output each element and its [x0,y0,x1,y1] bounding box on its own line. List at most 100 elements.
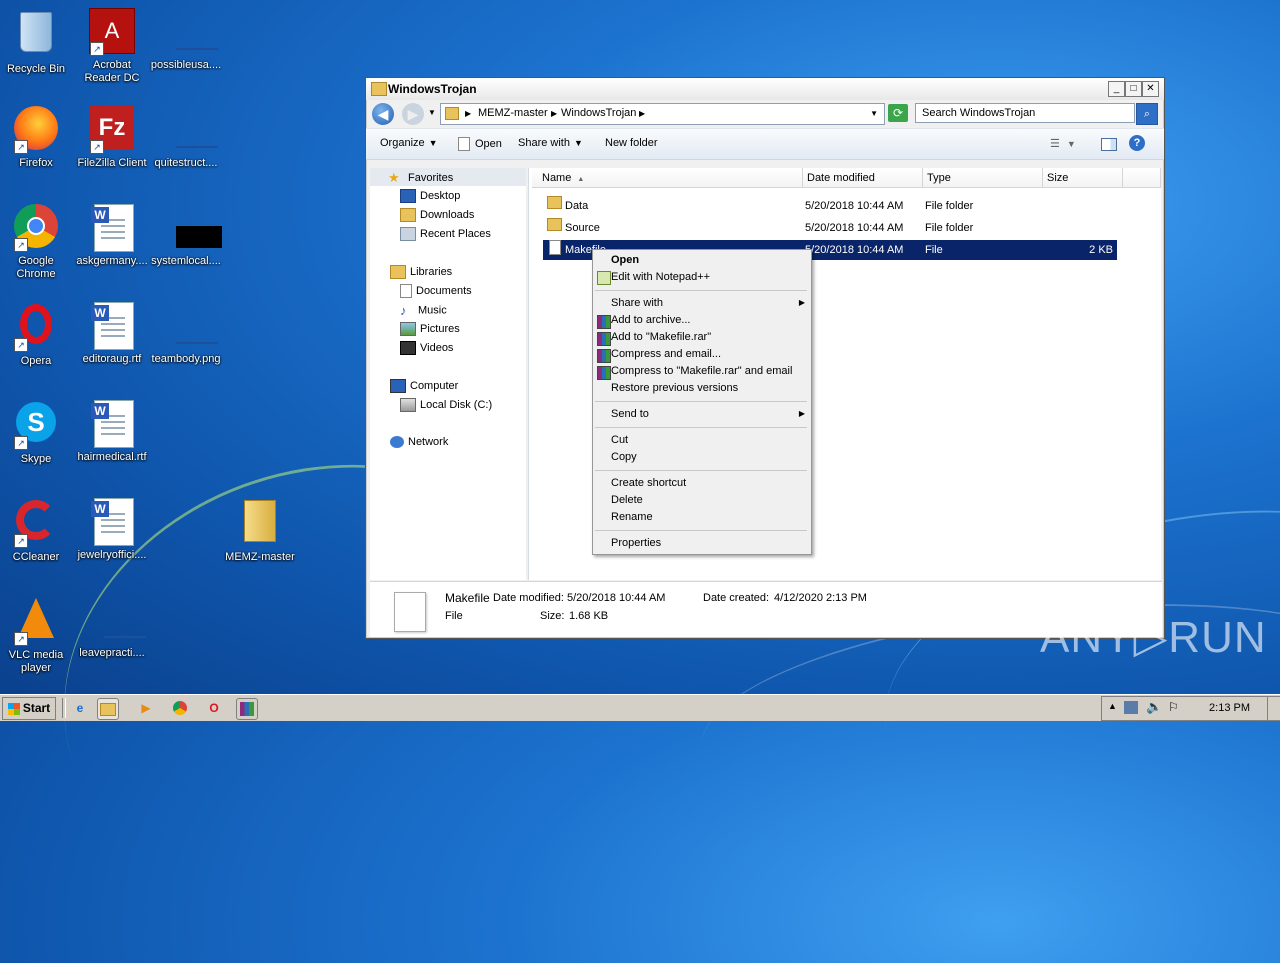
column-header-date[interactable]: Date modified [803,168,923,188]
menu-item-create-shortcut[interactable]: Create shortcut [611,475,686,492]
address-dropdown-icon[interactable]: ▼ [870,109,878,118]
search-input[interactable]: Search WindowsTrojan [915,103,1135,123]
menu-item-edit-notepad[interactable]: Edit with Notepad++ [611,269,710,286]
address-field[interactable]: ▶ MEMZ-master ▶ WindowsTrojan ▶ ▼ [440,103,885,125]
menu-item-add-rar[interactable]: Add to "Makefile.rar" [611,329,711,346]
desktop-icon-systemlocal[interactable]: systemlocal.... [148,204,224,268]
desktop-icon-ccleaner[interactable]: ↗ CCleaner [0,498,74,564]
shortcut-arrow-icon: ↗ [14,632,28,646]
shortcut-arrow-icon: ↗ [14,534,28,548]
submenu-arrow-icon: ▶ [798,409,805,418]
desktop-icon-firefox[interactable]: ↗ Firefox [0,106,74,170]
menu-item-properties[interactable]: Properties [611,535,661,552]
close-button[interactable]: ✕ [1142,81,1159,97]
desktop-icon-label: quitestruct.... [154,157,218,169]
desktop-icon-editoraug[interactable]: W editoraug.rtf [74,302,150,366]
menu-item-send-to[interactable]: Send to [611,406,649,423]
breadcrumb-separator-icon[interactable]: ▶ [465,109,471,118]
network-tray-icon[interactable] [1124,701,1138,714]
minimize-button[interactable]: _ [1108,81,1125,97]
desktop-icon-jewelryoffici[interactable]: W jewelryoffici.... [74,498,150,562]
media-player-icon[interactable]: ▶ [136,698,156,718]
window-titlebar[interactable]: WindowsTrojan _ □ ✕ [366,78,1164,100]
nav-pictures[interactable]: Pictures [400,322,460,336]
back-button[interactable]: ◀ [372,103,394,125]
menu-item-compress-rar-email[interactable]: Compress to "Makefile.rar" and email [611,363,792,380]
clock[interactable]: 2:13 PM [1209,702,1250,714]
organize-button[interactable]: Organize ▼ [380,137,438,149]
preview-pane-icon[interactable] [1101,138,1117,151]
refresh-button[interactable]: ⟳ [888,104,908,122]
nav-documents[interactable]: Documents [400,284,472,298]
desktop-icon-possibleusa[interactable]: possibleusa.... [148,8,224,72]
nav-music[interactable]: ♪ Music [400,303,447,318]
nav-recent-places[interactable]: Recent Places [400,227,491,241]
desktop-icon-skype[interactable]: S ↗ Skype [0,400,74,466]
menu-item-delete[interactable]: Delete [611,492,643,509]
column-header-name[interactable]: Name ▲ [532,168,803,188]
winrar-taskbar-icon[interactable] [236,698,258,720]
maximize-button[interactable]: □ [1125,81,1142,97]
desktop-icon-acrobat[interactable]: A ↗ Acrobat Reader DC [74,8,150,85]
breadcrumb-windowstrojan[interactable]: WindowsTrojan [561,107,636,119]
file-type: File [925,244,943,256]
desktop-icon-recycle-bin[interactable]: Recycle Bin [0,8,74,76]
new-folder-button[interactable]: New folder [605,137,658,149]
chevron-down-icon: ▼ [573,138,583,148]
table-row[interactable]: Source 5/20/2018 10:44 AM File folder [543,218,1117,238]
desktop-icon-teambody[interactable]: teambody.png [148,302,224,366]
flag-icon[interactable]: ⚐ [1168,700,1179,714]
desktop-icon-opera[interactable]: ↗ Opera [0,302,74,368]
nav-favorites[interactable]: ★ Favorites [388,170,453,186]
desktop-icon-filezilla[interactable]: Fz ↗ FileZilla Client [74,106,150,170]
nav-local-disk[interactable]: Local Disk (C:) [400,398,492,412]
volume-icon[interactable]: 🔈 [1146,699,1162,715]
nav-computer[interactable]: Computer [390,379,458,393]
menu-item-compress-email[interactable]: Compress and email... [611,346,721,363]
windows-explorer-icon[interactable] [97,698,119,720]
menu-item-copy[interactable]: Copy [611,449,637,466]
forward-button[interactable]: ▶ [402,103,424,125]
menu-item-share-with[interactable]: Share with [611,295,663,312]
downloads-icon [400,208,416,222]
nav-downloads[interactable]: Downloads [400,208,474,222]
breadcrumb-memz-master[interactable]: MEMZ-master [478,107,548,119]
share-with-button[interactable]: Share with ▼ [518,137,583,149]
search-button[interactable]: ⌕ [1136,103,1158,125]
desktop-icon-leavepracti[interactable]: leavepracti.... [74,596,150,660]
table-row[interactable]: Data 5/20/2018 10:44 AM File folder [543,196,1117,216]
menu-item-cut[interactable]: Cut [611,432,628,449]
internet-explorer-icon[interactable]: e [70,698,90,718]
desktop-icon-memz-master[interactable]: MEMZ-master [222,498,298,564]
file-icon [88,596,146,644]
menu-item-restore-versions[interactable]: Restore previous versions [611,380,738,397]
menu-item-add-archive[interactable]: Add to archive... [611,312,691,329]
show-hidden-icons-icon[interactable]: ▲ [1108,701,1117,711]
open-button[interactable]: Open [458,137,502,151]
folder-icon [547,196,562,209]
start-button[interactable]: Start [2,697,56,720]
nav-libraries[interactable]: Libraries [390,265,452,279]
opera-taskbar-icon[interactable]: O [204,698,224,718]
breadcrumb-separator-icon[interactable]: ▶ [551,109,557,118]
shortcut-arrow-icon: ↗ [14,238,28,252]
column-header-size[interactable]: Size [1043,168,1123,188]
desktop-icon-hairmedical[interactable]: W hairmedical.rtf [74,400,150,464]
nav-network[interactable]: Network [390,436,448,449]
view-options-icon[interactable]: ☰ ▼ [1050,137,1076,150]
desktop-icon-askgermany[interactable]: W askgermany.... [74,204,150,268]
desktop-icon-chrome[interactable]: ↗ Google Chrome [0,204,74,281]
menu-item-open[interactable]: Open [611,252,639,269]
help-icon[interactable]: ? [1129,135,1145,151]
desktop-icon-vlc[interactable]: ↗ VLC media player [0,596,74,675]
show-desktop-button[interactable] [1267,697,1280,720]
desktop-icon-quitestruct[interactable]: quitestruct.... [148,106,224,170]
menu-item-rename[interactable]: Rename [611,509,653,526]
chrome-taskbar-icon[interactable] [170,698,190,718]
recent-pages-chevron-icon[interactable]: ▼ [428,108,436,117]
column-header-type[interactable]: Type [923,168,1043,188]
breadcrumb-separator-icon[interactable]: ▶ [639,109,645,118]
nav-desktop[interactable]: Desktop [400,189,460,203]
nav-videos[interactable]: Videos [400,341,453,355]
desktop-icon-label: systemlocal.... [151,255,221,267]
